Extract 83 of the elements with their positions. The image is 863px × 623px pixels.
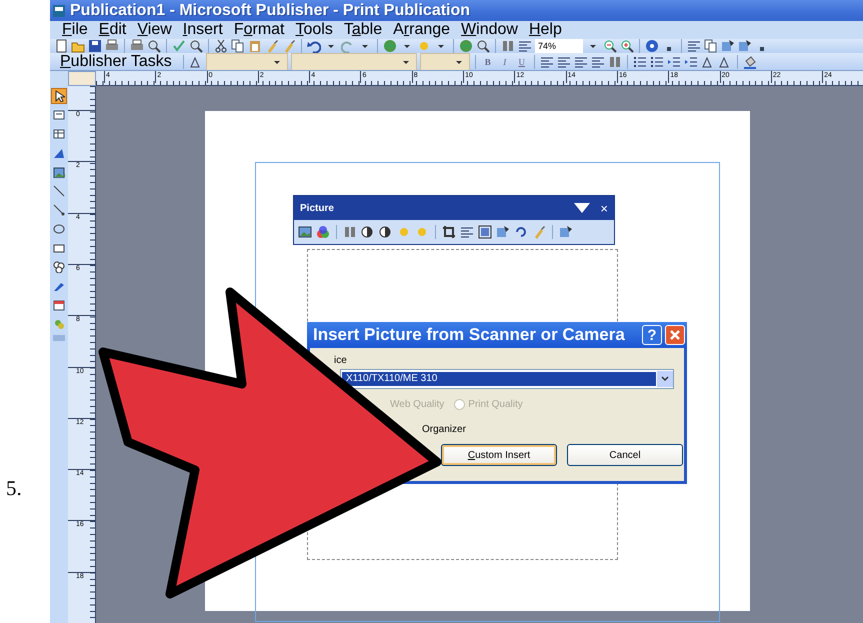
align-icon[interactable]	[518, 39, 532, 54]
indent-icon[interactable]	[684, 54, 698, 69]
check-icon[interactable]	[172, 39, 186, 54]
line-icon	[53, 185, 65, 198]
dialog-button[interactable]: Custom Insert	[441, 444, 557, 466]
menu-item[interactable]: Window	[457, 21, 522, 40]
rotate-icon[interactable]	[514, 225, 528, 239]
menu-item[interactable]: Tools	[292, 21, 337, 40]
columns-icon[interactable]	[608, 54, 622, 69]
crop-icon[interactable]	[442, 225, 456, 239]
zoom-field[interactable]: 74%	[535, 39, 583, 54]
align-icon[interactable]	[590, 54, 605, 69]
clipboard-icon[interactable]	[248, 39, 262, 54]
align-icon[interactable]	[556, 54, 571, 69]
wrap-icon[interactable]	[478, 225, 492, 239]
close-button[interactable]	[665, 325, 685, 345]
list-icon[interactable]	[632, 54, 647, 69]
selected-device: X110/TX110/ME 310	[342, 372, 656, 386]
align-icon[interactable]	[687, 39, 701, 54]
clip-art-icon	[53, 318, 65, 330]
dialog-button[interactable]: Cancel	[567, 444, 683, 466]
step-number: 5.	[6, 476, 22, 501]
menu-item[interactable]: File	[58, 21, 92, 40]
magnifier-icon[interactable]	[476, 39, 490, 54]
chevron-icon	[661, 376, 669, 382]
picture-frame-icon	[53, 166, 65, 178]
arrow-line-icon	[53, 204, 65, 216]
menu-item[interactable]: Help	[524, 21, 566, 40]
align-icon[interactable]	[574, 54, 588, 69]
contrast-icon[interactable]	[361, 225, 375, 239]
page-icon[interactable]	[54, 39, 68, 54]
field-label: ice	[334, 355, 348, 366]
menu-item[interactable]: Arrange	[389, 21, 454, 40]
text-style-button[interactable]: B	[480, 56, 495, 67]
dialog-title: Insert Picture from Scanner or Camera	[313, 325, 626, 345]
toolbar-title: Picture	[300, 202, 335, 214]
color-wheel-icon[interactable]	[316, 225, 330, 239]
arrow-line-tool[interactable]	[51, 202, 67, 218]
pointer-tool[interactable]	[51, 88, 67, 104]
dropdown-icon[interactable]	[574, 203, 590, 213]
text-style-button[interactable]: U	[514, 56, 529, 67]
wordart-icon	[53, 147, 65, 160]
oval-icon	[53, 223, 65, 236]
app-icon	[52, 4, 66, 18]
calendar-icon	[53, 299, 65, 312]
columns-icon[interactable]	[501, 39, 515, 54]
text-style-button[interactable]: I	[498, 56, 512, 67]
paint-bucket-icon[interactable]	[742, 54, 757, 69]
undo-icon[interactable]	[307, 39, 321, 54]
rectangle-icon	[53, 242, 65, 254]
checkbox-label: Organizer	[422, 424, 467, 435]
menu-item[interactable]: View	[133, 21, 176, 40]
brush-icon[interactable]	[532, 225, 546, 239]
shapes-tool[interactable]	[51, 259, 67, 276]
list-icon[interactable]	[650, 54, 664, 69]
window-title: Publication1 - Microsoft Publisher - Print Publication	[70, 2, 470, 20]
pointer-icon	[53, 90, 65, 102]
scissors-icon[interactable]	[214, 39, 228, 54]
align-icon[interactable]	[540, 54, 554, 69]
menu-item[interactable]: Format	[230, 21, 288, 40]
publisher-tasks-button[interactable]: Publisher Tasks	[54, 53, 178, 70]
close-icon	[669, 329, 681, 341]
copy-icon[interactable]	[231, 39, 245, 54]
magnifier-icon[interactable]	[189, 39, 203, 54]
text-box-icon	[53, 109, 65, 122]
contrast-icon[interactable]	[379, 225, 393, 239]
menu-item[interactable]: Insert	[178, 21, 227, 40]
pen-icon	[53, 280, 65, 292]
table-icon	[53, 128, 65, 140]
device-dropdown[interactable]: X110/TX110/ME 310	[340, 369, 674, 389]
help-button[interactable]: ?	[642, 325, 662, 345]
indent-icon[interactable]	[666, 54, 681, 69]
menu-item[interactable]: Edit	[94, 21, 130, 40]
shapes-icon	[53, 261, 65, 274]
zoom-out-icon[interactable]	[603, 39, 617, 54]
copy-icon[interactable]	[704, 39, 718, 54]
picture-small-icon[interactable]	[298, 225, 312, 239]
magnifier-icon[interactable]	[147, 39, 161, 54]
option-label: Web Quality	[390, 399, 444, 410]
menu-item[interactable]: Table	[340, 21, 386, 40]
close-button[interactable]: ×	[600, 200, 608, 216]
option-label: Print Quality	[468, 399, 523, 410]
align-icon[interactable]	[460, 225, 474, 239]
